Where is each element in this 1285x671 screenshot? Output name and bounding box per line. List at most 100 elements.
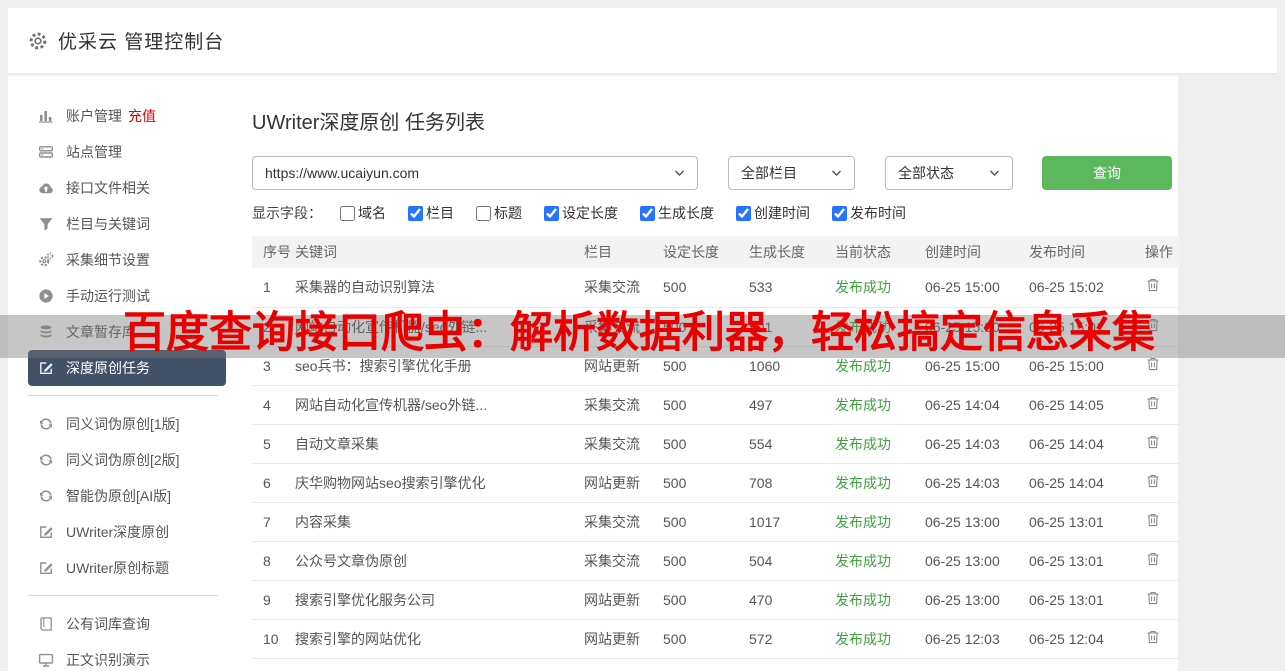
chevron-down-icon xyxy=(989,170,1000,176)
field-checkbox-2[interactable]: 标题 xyxy=(476,203,522,223)
delete-button[interactable] xyxy=(1145,277,1165,297)
trash-icon xyxy=(1147,318,1159,331)
cell-actions xyxy=(1145,502,1180,542)
sidebar-item-article-buffer[interactable]: 文章暂存库 xyxy=(28,314,226,350)
field-checkbox-label: 栏目 xyxy=(426,205,454,221)
field-checkbox-input-1[interactable] xyxy=(408,205,423,221)
cell-published: 06-25 13:01 xyxy=(1029,541,1145,581)
field-checkbox-input-0[interactable] xyxy=(340,205,355,221)
bar-chart-icon xyxy=(38,108,54,124)
field-checkbox-input-4[interactable] xyxy=(640,205,655,221)
column-header: 发布时间 xyxy=(1029,236,1145,268)
field-checkbox-3[interactable]: 设定长度 xyxy=(544,203,618,223)
field-checkbox-input-2[interactable] xyxy=(476,205,491,221)
chevron-down-icon xyxy=(831,170,842,176)
query-button[interactable]: 查询 xyxy=(1042,156,1172,190)
sidebar-item-label: 账户管理 xyxy=(66,108,122,124)
sidebar-item-public-lexicon[interactable]: 公有词库查询 xyxy=(28,606,226,642)
sidebar-item-interface-files[interactable]: 接口文件相关 xyxy=(28,170,226,206)
cell-seq: 10 xyxy=(252,619,295,659)
delete-button[interactable] xyxy=(1145,512,1165,532)
sidebar-item-columns-keywords[interactable]: 栏目与关键词 xyxy=(28,206,226,242)
site-select[interactable]: https://www.ucaiyun.com xyxy=(252,156,698,190)
column-select[interactable]: 全部栏目 xyxy=(728,156,855,190)
sidebar-item-label: UWriter原创标题 xyxy=(66,560,170,576)
cell-seq: 9 xyxy=(252,580,295,620)
delete-button[interactable] xyxy=(1145,629,1165,649)
trash-icon xyxy=(1147,396,1159,409)
field-checkbox-input-6[interactable] xyxy=(832,205,847,221)
cell-column: 网站更新 xyxy=(584,580,663,620)
cell-published: 06-25 13:01 xyxy=(1029,580,1145,620)
trash-icon xyxy=(1147,357,1159,370)
column-header: 当前状态 xyxy=(835,236,925,268)
cell-set_len: 500 xyxy=(663,346,749,386)
trash-icon xyxy=(1147,474,1159,487)
cell-gen_len: 554 xyxy=(749,424,835,464)
cell-gen_len: 708 xyxy=(749,463,835,503)
sidebar-item-label: 深度原创任务 xyxy=(66,360,150,376)
sidebar-item-ai-rewrite[interactable]: 智能伪原创[AI版] xyxy=(28,478,226,514)
cell-set_len: 500 xyxy=(663,268,749,308)
sidebar-item-deep-original-tasks[interactable]: 深度原创任务 xyxy=(28,350,226,386)
field-checkbox-0[interactable]: 域名 xyxy=(340,203,386,223)
sidebar-item-sites[interactable]: 站点管理 xyxy=(28,134,226,170)
cell-status: 发布成功 xyxy=(835,268,925,308)
cell-seq: 1 xyxy=(252,268,295,308)
sidebar-item-content-recognition[interactable]: 正文识别演示 xyxy=(28,642,226,671)
cell-column: 采集交流 xyxy=(584,268,663,308)
cell-actions xyxy=(1145,541,1180,581)
cell-set_len: 500 xyxy=(663,307,749,347)
field-checkbox-label: 发布时间 xyxy=(850,205,906,221)
cell-status: 发布成功 xyxy=(835,307,925,347)
cell-status: 发布成功 xyxy=(835,502,925,542)
field-checkbox-1[interactable]: 栏目 xyxy=(408,203,454,223)
recharge-link[interactable]: 充值 xyxy=(128,106,156,126)
field-checkbox-label: 生成长度 xyxy=(658,205,714,221)
delete-button[interactable] xyxy=(1145,356,1165,376)
delete-button[interactable] xyxy=(1145,473,1165,493)
sidebar-divider xyxy=(28,595,218,596)
delete-button[interactable] xyxy=(1145,395,1165,415)
sidebar-item-label: 接口文件相关 xyxy=(66,180,150,196)
cell-created: 06-25 12:03 xyxy=(925,619,1029,659)
cell-created: 06-25 15:00 xyxy=(925,307,1029,347)
gear-icon xyxy=(29,32,47,49)
delete-button[interactable] xyxy=(1145,551,1165,571)
edit-icon xyxy=(38,560,54,576)
sidebar-item-synonym-v1[interactable]: 同义词伪原创[1版] xyxy=(28,406,226,442)
field-checkbox-label: 创建时间 xyxy=(754,205,810,221)
sidebar-item-uwriter-deep[interactable]: UWriter深度原创 xyxy=(28,514,226,550)
content-panel: 账户管理 充值 站点管理 接口文件相关 栏目与关键词 采集细节设置 手动运行测试… xyxy=(8,76,1180,671)
field-checkbox-label: 设定长度 xyxy=(562,205,618,221)
delete-button[interactable] xyxy=(1145,434,1165,454)
table-row: 9 搜索引擎优化服务公司 网站更新 500 470 发布成功 06-25 13:00 06-2… xyxy=(252,580,1180,620)
field-checkbox-input-5[interactable] xyxy=(736,205,751,221)
cell-column: 采集交流 xyxy=(584,385,663,425)
display-fields-label: 显示字段： xyxy=(252,205,322,221)
status-select[interactable]: 全部状态 xyxy=(885,156,1013,190)
task-table: 序号 关键词 栏目 设定长度 生成长度 当前状态 创建时间 发布时间 操作 1 采集器的自动识别算… xyxy=(252,236,1180,659)
delete-button[interactable] xyxy=(1145,590,1165,610)
field-checkbox-5[interactable]: 创建时间 xyxy=(736,203,810,223)
column-header: 关键词 xyxy=(295,236,584,268)
delete-button[interactable] xyxy=(1145,317,1165,337)
cell-published: 06-25 15:01 xyxy=(1029,307,1145,347)
refresh-icon xyxy=(38,452,54,468)
cell-gen_len: 497 xyxy=(749,385,835,425)
monitor-icon xyxy=(38,652,54,668)
sidebar-item-label: 站点管理 xyxy=(66,144,122,160)
cell-published: 06-25 12:04 xyxy=(1029,619,1145,659)
sidebar-item-synonym-v2[interactable]: 同义词伪原创[2版] xyxy=(28,442,226,478)
field-checkbox-input-3[interactable] xyxy=(544,205,559,221)
cell-gen_len: 572 xyxy=(749,619,835,659)
sidebar-item-collect-settings[interactable]: 采集细节设置 xyxy=(28,242,226,278)
book-icon xyxy=(38,616,54,632)
sidebar-item-manual-test[interactable]: 手动运行测试 xyxy=(28,278,226,314)
field-checkbox-6[interactable]: 发布时间 xyxy=(832,203,906,223)
sidebar-item-uwriter-title[interactable]: UWriter原创标题 xyxy=(28,550,226,586)
sidebar-item-account[interactable]: 账户管理 充值 xyxy=(28,98,226,134)
cell-created: 06-25 14:03 xyxy=(925,424,1029,464)
field-checkbox-4[interactable]: 生成长度 xyxy=(640,203,714,223)
cell-actions xyxy=(1145,424,1180,464)
